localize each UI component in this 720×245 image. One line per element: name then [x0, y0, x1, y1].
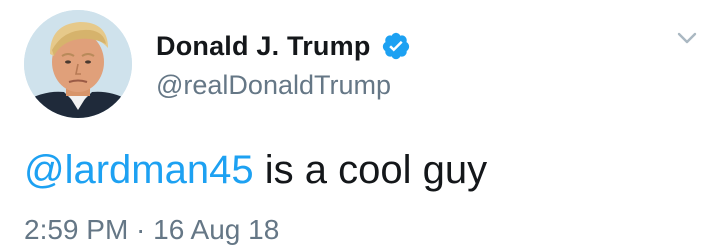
- tweet-card: Donald J. Trump @realDonaldTrump @lardma…: [0, 0, 720, 244]
- avatar-image: [24, 10, 132, 118]
- author-avatar[interactable]: [24, 10, 132, 118]
- verified-badge-icon: [381, 31, 411, 61]
- author-name-row: Donald J. Trump: [156, 26, 411, 66]
- tweet-menu-button[interactable]: [672, 26, 702, 52]
- author-handle[interactable]: @realDonaldTrump: [156, 70, 391, 101]
- tweet-text-body: is a cool guy: [253, 148, 488, 192]
- author-display-name[interactable]: Donald J. Trump: [156, 31, 371, 62]
- chevron-down-icon: [677, 32, 697, 44]
- tweet-text: @lardman45 is a cool guy: [24, 150, 487, 190]
- mention-link[interactable]: @lardman45: [24, 148, 254, 192]
